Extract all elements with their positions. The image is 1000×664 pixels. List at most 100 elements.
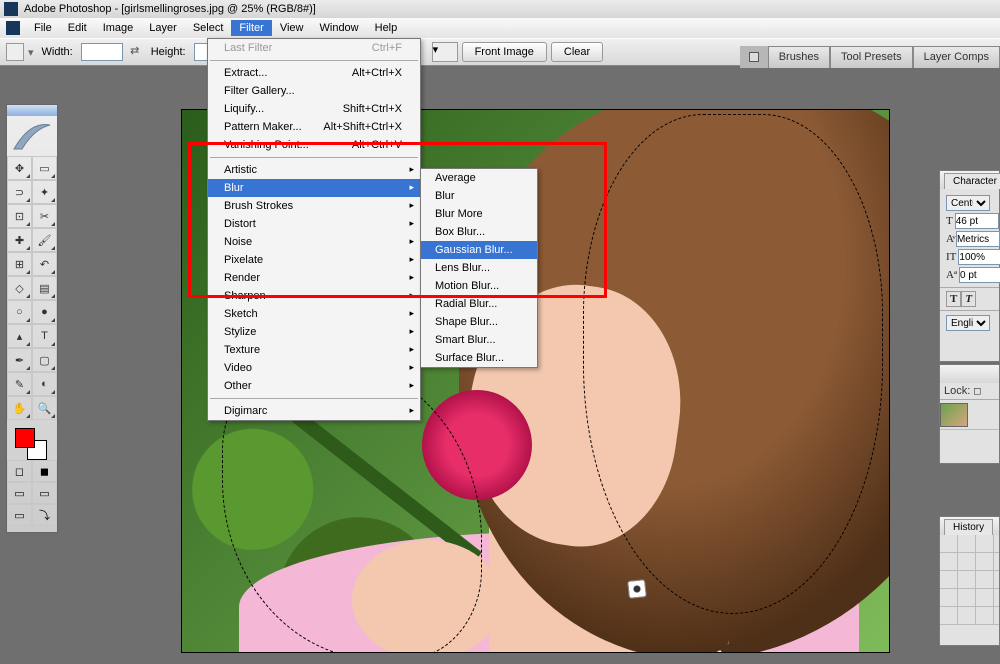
menu-item-render[interactable]: Render [208,269,420,287]
menu-item-sharpen[interactable]: Sharpen [208,287,420,305]
menu-item-extract[interactable]: Extract...Alt+Ctrl+X [208,64,420,82]
tool-path-select[interactable]: ▴ [7,324,32,348]
submenu-item-box-blur[interactable]: Box Blur... [421,223,537,241]
front-image-button[interactable]: Front Image [462,42,547,62]
foreground-color-swatch[interactable] [15,428,35,448]
menu-window[interactable]: Window [312,20,367,36]
screen-mode-standard-icon[interactable]: ▭ [7,482,32,504]
history-row[interactable] [940,589,999,607]
tool-slice[interactable]: ✂ [32,204,57,228]
screen-mode-full-menubar-icon[interactable]: ▭ [32,482,57,504]
submenu-item-radial-blur[interactable]: Radial Blur... [421,295,537,313]
menu-item-filter-gallery[interactable]: Filter Gallery... [208,82,420,100]
menu-item-digimarc[interactable]: Digimarc [208,402,420,420]
tab-tool-presets[interactable]: Tool Presets [830,46,913,68]
tool-eyedropper[interactable]: ◐ [32,372,57,396]
tool-pen[interactable]: ✒ [7,348,32,372]
tool-brush[interactable]: 🖌 [32,228,57,252]
menu-select[interactable]: Select [185,20,232,36]
menu-item-stylize[interactable]: Stylize [208,323,420,341]
crop-tool-icon[interactable] [6,43,24,61]
tool-blur[interactable]: ○ [7,300,32,324]
tool-clone[interactable]: ⊞ [7,252,32,276]
submenu-item-blur-more[interactable]: Blur More [421,205,537,223]
menu-item-vanishing-point[interactable]: Vanishing Point...Alt+Ctrl+V [208,136,420,154]
blur-submenu: AverageBlurBlur MoreBox Blur...Gaussian … [420,168,538,368]
menu-layer[interactable]: Layer [141,20,185,36]
menu-item-texture[interactable]: Texture [208,341,420,359]
submenu-item-smart-blur[interactable]: Smart Blur... [421,331,537,349]
menu-filter[interactable]: Filter [231,20,271,36]
tool-magic-wand[interactable]: ✦ [32,180,57,204]
menu-item-liquify[interactable]: Liquify...Shift+Ctrl+X [208,100,420,118]
language-select[interactable]: English: USA [946,315,990,331]
history-row[interactable] [940,535,999,553]
font-family-select[interactable]: Century [946,195,990,211]
menu-item-pattern-maker[interactable]: Pattern Maker...Alt+Shift+Ctrl+X [208,118,420,136]
bold-button[interactable]: T [946,291,961,307]
width-input[interactable] [81,43,123,61]
menu-item-video[interactable]: Video [208,359,420,377]
tool-crop[interactable]: ⊡ [7,204,32,228]
brush-preset-dropdown[interactable]: ▾ [432,42,458,62]
submenu-item-gaussian-blur[interactable]: Gaussian Blur... [421,241,537,259]
submenu-item-shape-blur[interactable]: Shape Blur... [421,313,537,331]
imageready-icon[interactable]: ⤵ [32,504,57,526]
submenu-item-blur[interactable]: Blur [421,187,537,205]
vscale-input[interactable] [958,249,1000,265]
font-size-input[interactable] [955,213,999,229]
menu-edit[interactable]: Edit [60,20,95,36]
font-size-icon: T [946,215,953,227]
menu-image[interactable]: Image [95,20,142,36]
history-row[interactable] [940,553,999,571]
menu-item-brush-strokes[interactable]: Brush Strokes [208,197,420,215]
menu-file[interactable]: File [26,20,60,36]
tool-notes[interactable]: ✎ [7,372,32,396]
quickmask-mode-icon[interactable]: ◼ [32,460,57,482]
color-swatches[interactable] [7,424,57,460]
panel-grip[interactable] [7,105,57,116]
menu-item-noise[interactable]: Noise [208,233,420,251]
layer-row[interactable] [940,400,999,430]
tool-history-brush[interactable]: ↶ [32,252,57,276]
submenu-item-surface-blur[interactable]: Surface Blur... [421,349,537,367]
menu-item-pixelate[interactable]: Pixelate [208,251,420,269]
screen-mode-full-icon[interactable]: ▭ [7,504,32,526]
tab-layer-comps[interactable]: Layer Comps [913,46,1000,68]
tab-brushes[interactable]: Brushes [768,46,830,68]
tracking-input[interactable] [956,231,1000,247]
tool-zoom[interactable]: 🔍 [32,396,57,420]
layer-thumbnail[interactable] [940,403,968,427]
palette-toggle-icon[interactable] [749,52,759,62]
clear-button[interactable]: Clear [551,42,603,62]
italic-button[interactable]: T [961,291,976,307]
menu-help[interactable]: Help [367,20,406,36]
standard-mode-icon[interactable]: ◻ [7,460,32,482]
swap-dimensions-icon[interactable]: ⇄ [127,44,143,60]
tab-history[interactable]: History [944,519,993,535]
tool-shape[interactable]: ▢ [32,348,57,372]
tool-dodge[interactable]: ● [32,300,57,324]
tool-eraser[interactable]: ◇ [7,276,32,300]
tool-marquee[interactable]: ▭ [32,156,57,180]
tool-gradient[interactable]: ▤ [32,276,57,300]
tab-character[interactable]: Character [944,173,1000,189]
menu-item-artistic[interactable]: Artistic [208,161,420,179]
history-row[interactable] [940,571,999,589]
tool-move[interactable]: ✥ [7,156,32,180]
baseline-input[interactable] [959,267,1000,283]
visibility-icon[interactable] [627,579,647,599]
menu-item-sketch[interactable]: Sketch [208,305,420,323]
menu-view[interactable]: View [272,20,312,36]
menu-item-blur[interactable]: Blur [208,179,420,197]
tool-lasso[interactable]: ⊃ [7,180,32,204]
submenu-item-average[interactable]: Average [421,169,537,187]
submenu-item-motion-blur[interactable]: Motion Blur... [421,277,537,295]
history-row[interactable] [940,607,999,625]
submenu-item-lens-blur[interactable]: Lens Blur... [421,259,537,277]
tool-type[interactable]: T [32,324,57,348]
tool-healing[interactable]: ✚ [7,228,32,252]
tool-hand[interactable]: ✋ [7,396,32,420]
menu-item-distort[interactable]: Distort [208,215,420,233]
menu-item-other[interactable]: Other [208,377,420,395]
